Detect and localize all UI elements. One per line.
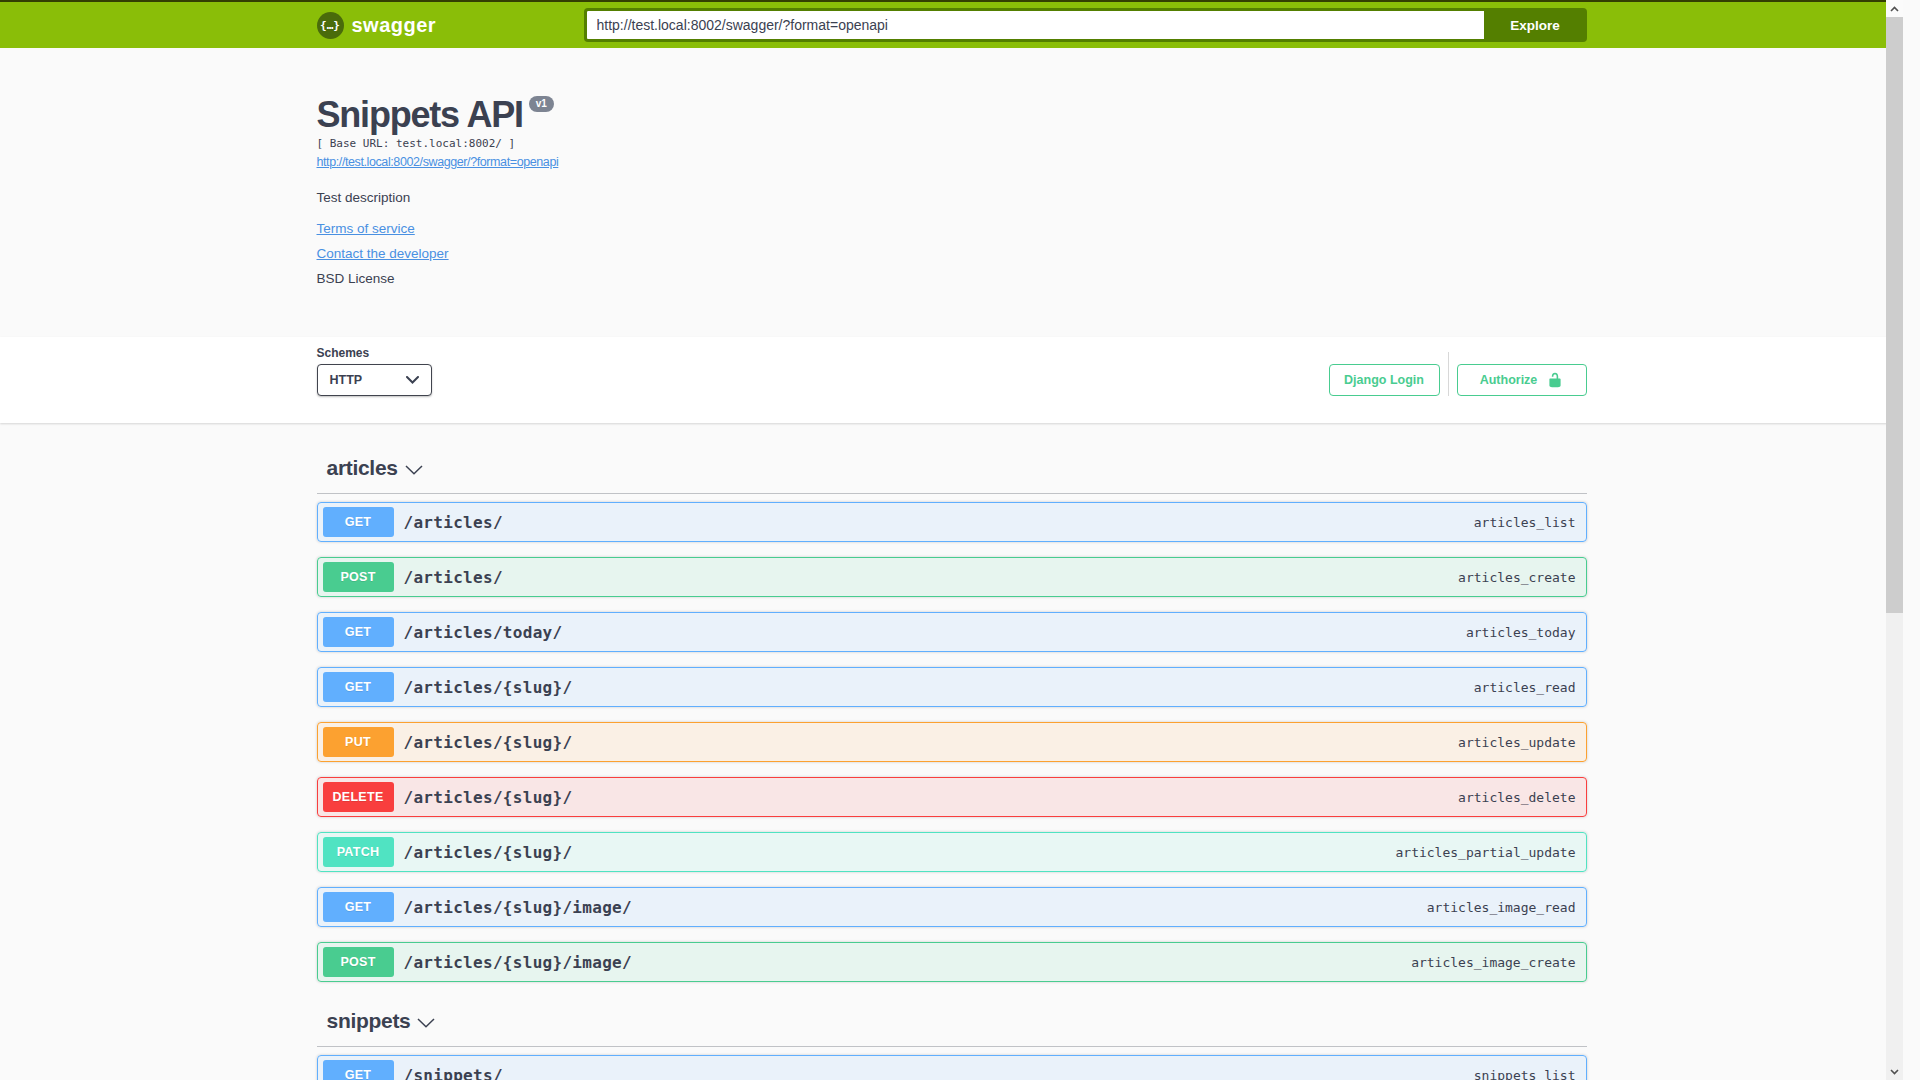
operation-path: /articles/{slug}/image/ bbox=[404, 898, 632, 917]
api-info-section: Snippets API v1 [ Base URL: test.local:8… bbox=[0, 48, 1903, 337]
tag-title: articles bbox=[327, 456, 398, 480]
download-url-form: Explore bbox=[584, 8, 1587, 42]
operation-list: GET /articles/ articles_list POST /artic… bbox=[317, 494, 1587, 982]
operation-id: articles_image_create bbox=[1411, 955, 1575, 970]
api-title-row: Snippets API v1 bbox=[317, 94, 1587, 135]
scheme-selected-value: HTTP bbox=[330, 373, 363, 387]
auth-wrapper: Django Login Authorize bbox=[1329, 352, 1587, 396]
terms-of-service-link[interactable]: Terms of service bbox=[317, 221, 415, 236]
operation-row[interactable]: PATCH /articles/{slug}/ articles_partial… bbox=[317, 832, 1587, 872]
tag-header[interactable]: articles bbox=[317, 456, 1587, 494]
operation-path: /articles/{slug}/image/ bbox=[404, 953, 632, 972]
operation-row[interactable]: GET /articles/{slug}/image/ articles_ima… bbox=[317, 887, 1587, 927]
operation-id: articles_today bbox=[1466, 625, 1576, 640]
operation-row[interactable]: GET /articles/ articles_list bbox=[317, 502, 1587, 542]
contact-developer-link[interactable]: Contact the developer bbox=[317, 246, 449, 261]
base-url: [ Base URL: test.local:8002/ ] bbox=[317, 137, 1587, 151]
tag-header[interactable]: snippets bbox=[317, 1009, 1587, 1047]
page-title: Snippets API bbox=[317, 94, 523, 135]
swagger-ui-page: {…} swagger Explore Snippets API v1 [ Ba… bbox=[0, 0, 1903, 1080]
operation-id: snippets_list bbox=[1474, 1068, 1576, 1080]
operation-row[interactable]: GET /articles/today/ articles_today bbox=[317, 612, 1587, 652]
scrollbar-down-button[interactable] bbox=[1886, 1063, 1903, 1080]
version-badge: v1 bbox=[529, 96, 554, 112]
operation-path: /articles/{slug}/ bbox=[404, 678, 573, 697]
api-description: Test description bbox=[317, 190, 1587, 205]
spec-url-input[interactable] bbox=[584, 8, 1484, 42]
method-badge: PATCH bbox=[323, 837, 394, 867]
operation-path: /articles/{slug}/ bbox=[404, 788, 573, 807]
method-badge: GET bbox=[323, 672, 394, 702]
operation-id: articles_delete bbox=[1458, 790, 1575, 805]
tag-section: snippets GET /snippets/ snippets_list bbox=[317, 1009, 1587, 1080]
operation-id: articles_partial_update bbox=[1395, 845, 1575, 860]
spec-link[interactable]: http://test.local:8002/swagger/?format=o… bbox=[317, 155, 559, 170]
swagger-logo: {…} swagger bbox=[317, 12, 437, 39]
chevron-down-icon bbox=[417, 1018, 435, 1028]
operation-id: articles_list bbox=[1474, 515, 1576, 530]
swagger-logo-icon: {…} bbox=[317, 12, 344, 39]
django-login-button[interactable]: Django Login bbox=[1329, 364, 1440, 396]
django-login-label: Django Login bbox=[1344, 373, 1424, 387]
unlock-icon bbox=[1547, 372, 1563, 388]
scroll-up-icon bbox=[1890, 6, 1899, 12]
chevron-down-icon bbox=[405, 465, 423, 475]
method-badge: GET bbox=[323, 892, 394, 922]
method-badge: GET bbox=[323, 507, 394, 537]
operation-path: /articles/today/ bbox=[404, 623, 563, 642]
operation-id: articles_read bbox=[1474, 680, 1576, 695]
operation-row[interactable]: POST /articles/{slug}/image/ articles_im… bbox=[317, 942, 1587, 982]
method-badge: DELETE bbox=[323, 782, 394, 812]
operation-row[interactable]: DELETE /articles/{slug}/ articles_delete bbox=[317, 777, 1587, 817]
license-label: BSD License bbox=[317, 271, 1587, 286]
operation-row[interactable]: POST /articles/ articles_create bbox=[317, 557, 1587, 597]
chevron-down-icon bbox=[406, 376, 419, 384]
method-badge: GET bbox=[323, 1060, 394, 1080]
method-badge: PUT bbox=[323, 727, 394, 757]
api-sections: articles GET /articles/ articles_list PO… bbox=[317, 423, 1587, 1080]
operation-path: /articles/{slug}/ bbox=[404, 843, 573, 862]
auth-divider bbox=[1448, 352, 1449, 396]
method-badge: POST bbox=[323, 562, 394, 592]
scrollbar-thumb[interactable] bbox=[1886, 17, 1903, 613]
operation-path: /articles/{slug}/ bbox=[404, 733, 573, 752]
operation-id: articles_create bbox=[1458, 570, 1575, 585]
operation-id: articles_image_read bbox=[1427, 900, 1576, 915]
method-badge: POST bbox=[323, 947, 394, 977]
operation-path: /articles/ bbox=[404, 513, 503, 532]
topbar: {…} swagger Explore bbox=[0, 0, 1903, 48]
explore-button[interactable]: Explore bbox=[1484, 8, 1587, 42]
operation-row[interactable]: GET /articles/{slug}/ articles_read bbox=[317, 667, 1587, 707]
authorize-label: Authorize bbox=[1480, 373, 1538, 387]
swagger-logo-text: swagger bbox=[352, 14, 437, 37]
scrollbar-up-button[interactable] bbox=[1886, 0, 1903, 17]
scheme-container: Schemes HTTP Django Login Authorize bbox=[0, 337, 1903, 423]
operation-row[interactable]: PUT /articles/{slug}/ articles_update bbox=[317, 722, 1587, 762]
scroll-down-icon bbox=[1890, 1069, 1899, 1075]
tag-title: snippets bbox=[327, 1009, 411, 1033]
schemes-label: Schemes bbox=[317, 346, 432, 360]
operation-id: articles_update bbox=[1458, 735, 1575, 750]
tag-section: articles GET /articles/ articles_list PO… bbox=[317, 456, 1587, 982]
scheme-select[interactable]: HTTP bbox=[317, 364, 432, 396]
operation-list: GET /snippets/ snippets_list bbox=[317, 1047, 1587, 1080]
operation-row[interactable]: GET /snippets/ snippets_list bbox=[317, 1055, 1587, 1080]
operation-path: /snippets/ bbox=[404, 1066, 503, 1080]
vertical-scrollbar[interactable] bbox=[1886, 0, 1903, 1080]
method-badge: GET bbox=[323, 617, 394, 647]
authorize-button[interactable]: Authorize bbox=[1457, 364, 1587, 396]
operation-path: /articles/ bbox=[404, 568, 503, 587]
